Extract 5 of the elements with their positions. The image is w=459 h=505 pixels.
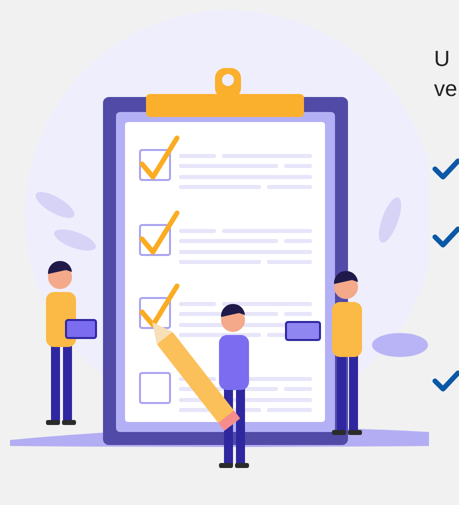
checkmark-icon — [432, 370, 459, 392]
intro-text: ve — [434, 75, 458, 103]
checkmark-icon — [432, 226, 459, 248]
checkmark-icon — [432, 158, 459, 180]
intro-text: U — [434, 45, 451, 73]
